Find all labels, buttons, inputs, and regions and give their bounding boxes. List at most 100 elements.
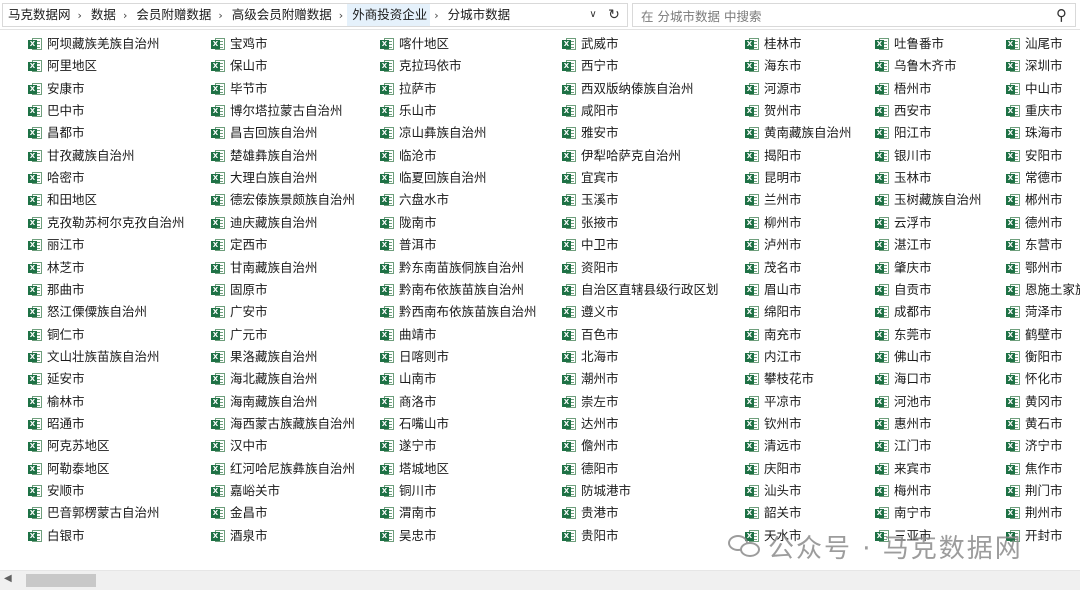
scroll-left-icon[interactable]: ◀ [4,573,12,584]
file-item[interactable]: X 铜仁市 [28,324,85,346]
breadcrumb-item-root[interactable]: 马克数据网 [3,4,74,26]
file-item[interactable]: X 德宏傣族景颇族自治州 [211,189,355,211]
file-item[interactable]: X 三亚市 [875,525,932,547]
file-item[interactable]: X 昆明市 [745,167,802,189]
file-item[interactable]: X 那曲市 [28,279,85,301]
file-item[interactable]: X 兰州市 [745,189,802,211]
file-item[interactable]: X 宝鸡市 [211,33,268,55]
file-item[interactable]: X 宜宾市 [562,167,619,189]
file-item[interactable]: X 东营市 [1006,234,1063,256]
file-item[interactable]: X 黄冈市 [1006,391,1063,413]
breadcrumb-chevron-icon[interactable]: › [119,9,131,22]
file-item[interactable]: X 自贡市 [875,279,932,301]
address-bar[interactable]: 马克数据网 › 数据 › 会员附赠数据 › 高级会员附赠数据 › 外商投资企业 … [2,3,628,27]
file-item[interactable]: X 珠海市 [1006,122,1063,144]
file-item[interactable]: X 平凉市 [745,391,802,413]
file-item[interactable]: X 安康市 [28,78,85,100]
file-item[interactable]: X 深圳市 [1006,55,1063,77]
file-item[interactable]: X 泸州市 [745,234,802,256]
file-item[interactable]: X 嘉峪关市 [211,480,280,502]
file-item[interactable]: X 百色市 [562,324,619,346]
file-item[interactable]: X 遂宁市 [380,435,437,457]
file-item[interactable]: X 焦作市 [1006,458,1063,480]
file-item[interactable]: X 钦州市 [745,413,802,435]
file-item[interactable]: X 来宾市 [875,458,932,480]
file-item[interactable]: X 六盘水市 [380,189,449,211]
file-item[interactable]: X 梧州市 [875,78,932,100]
file-item[interactable]: X 玉树藏族自治州 [875,189,982,211]
file-item[interactable]: X 鄂州市 [1006,257,1063,279]
file-item[interactable]: X 丽江市 [28,234,85,256]
file-item[interactable]: X 玉林市 [875,167,932,189]
file-item[interactable]: X 咸阳市 [562,100,619,122]
file-item[interactable]: X 南宁市 [875,502,932,524]
file-item[interactable]: X 固原市 [211,279,268,301]
file-item[interactable]: X 金昌市 [211,502,268,524]
breadcrumb-chevron-icon[interactable]: › [335,9,347,22]
file-item[interactable]: X 柳州市 [745,212,802,234]
breadcrumb-item-senior-member[interactable]: 高级会员附赠数据 [227,4,335,26]
file-item[interactable]: X 韶关市 [745,502,802,524]
file-item[interactable]: X 德州市 [1006,212,1063,234]
file-item[interactable]: X 西宁市 [562,55,619,77]
file-item[interactable]: X 惠州市 [875,413,932,435]
file-item[interactable]: X 资阳市 [562,257,619,279]
file-item[interactable]: X 安阳市 [1006,145,1063,167]
file-item[interactable]: X 怒江傈僳族自治州 [28,301,147,323]
refresh-icon[interactable]: ↻ [603,4,625,26]
file-item[interactable]: X 儋州市 [562,435,619,457]
file-item[interactable]: X 内江市 [745,346,802,368]
breadcrumb-item-city-data[interactable]: 分城市数据 [443,4,514,26]
file-item[interactable]: X 昌吉回族自治州 [211,122,318,144]
file-item[interactable]: X 汉中市 [211,435,268,457]
file-item[interactable]: X 眉山市 [745,279,802,301]
file-item[interactable]: X 梅州市 [875,480,932,502]
scrollbar-thumb[interactable] [26,574,96,587]
file-item[interactable]: X 潮州市 [562,368,619,390]
search-icon[interactable]: ⚲ [1056,6,1067,24]
file-item[interactable]: X 乌鲁木齐市 [875,55,957,77]
file-item[interactable]: X 汕头市 [745,480,802,502]
file-item[interactable]: X 济宁市 [1006,435,1063,457]
file-item[interactable]: X 吴忠市 [380,525,437,547]
file-item[interactable]: X 广元市 [211,324,268,346]
file-item[interactable]: X 喀什地区 [380,33,449,55]
file-item[interactable]: X 文山壮族苗族自治州 [28,346,160,368]
breadcrumb-chevron-icon[interactable]: › [74,9,86,22]
file-item[interactable]: X 清远市 [745,435,802,457]
address-dropdown-icon[interactable]: ∨ [585,4,601,26]
file-item[interactable]: X 肇庆市 [875,257,932,279]
file-item[interactable]: X 攀枝花市 [745,368,814,390]
search-input[interactable] [639,5,1043,27]
file-item[interactable]: X 河池市 [875,391,932,413]
breadcrumb-chevron-icon[interactable]: › [214,9,226,22]
file-item[interactable]: X 菏泽市 [1006,301,1063,323]
file-item[interactable]: X 定西市 [211,234,268,256]
breadcrumb-item-data[interactable]: 数据 [86,4,119,26]
file-item[interactable]: X 黔南布依族苗族自治州 [380,279,524,301]
file-item[interactable]: X 凉山彝族自治州 [380,122,487,144]
file-item[interactable]: X 白银市 [28,525,85,547]
file-item[interactable]: X 阿坝藏族羌族自治州 [28,33,160,55]
file-item[interactable]: X 中卫市 [562,234,619,256]
file-item[interactable]: X 阿克苏地区 [28,435,110,457]
file-item[interactable]: X 阿勒泰地区 [28,458,110,480]
search-box[interactable]: ⚲ [632,3,1076,27]
file-item[interactable]: X 拉萨市 [380,78,437,100]
file-item[interactable]: X 重庆市 [1006,100,1063,122]
file-item[interactable]: X 常德市 [1006,167,1063,189]
file-item[interactable]: X 伊犁哈萨克自治州 [562,145,681,167]
breadcrumb-item-member[interactable]: 会员附赠数据 [131,4,214,26]
file-item[interactable]: X 贺州市 [745,100,802,122]
file-item[interactable]: X 铜川市 [380,480,437,502]
file-item[interactable]: X 红河哈尼族彝族自治州 [211,458,355,480]
file-item[interactable]: X 酒泉市 [211,525,268,547]
file-item[interactable]: X 荆门市 [1006,480,1063,502]
file-item[interactable]: X 海口市 [875,368,932,390]
file-item[interactable]: X 成都市 [875,301,932,323]
file-item[interactable]: X 渭南市 [380,502,437,524]
file-item[interactable]: X 甘孜藏族自治州 [28,145,135,167]
file-item[interactable]: X 德阳市 [562,458,619,480]
file-item[interactable]: X 开封市 [1006,525,1063,547]
file-item[interactable]: X 张掖市 [562,212,619,234]
